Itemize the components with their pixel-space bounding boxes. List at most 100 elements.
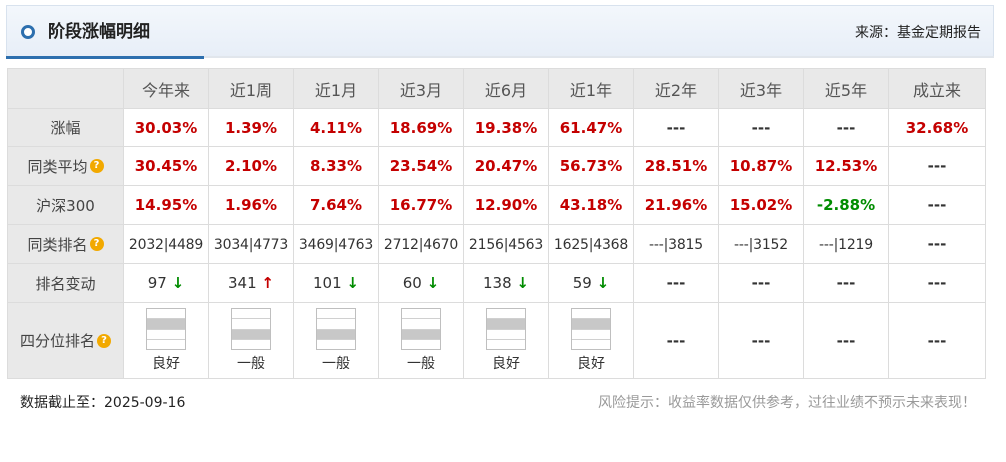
- quartile-bar: [571, 308, 611, 350]
- cell-value: 19.38%: [474, 118, 538, 137]
- cell-value: 12.90%: [474, 196, 538, 214]
- quartile-segment: [317, 329, 355, 340]
- help-icon[interactable]: ?: [97, 333, 111, 348]
- risk-notice: 风险提示：收益率数据仅供参考，过往业绩不预示未来表现！: [598, 395, 976, 411]
- quartile-segment: [572, 340, 610, 349]
- table-corner: [7, 68, 124, 109]
- quartile-segment: [147, 309, 185, 320]
- quartile-segment: [572, 309, 610, 320]
- quartile-label: 一般: [322, 356, 350, 372]
- arrow-down-icon: ↓: [171, 274, 185, 292]
- quartile-indicator: 良好: [465, 308, 548, 373]
- quartile-label: 良好: [152, 356, 180, 372]
- quartile-segment: [487, 319, 525, 330]
- table-cell: ---: [888, 302, 986, 379]
- table-row-peer-rank: 同类排名? 2032|4489 3034|4773 3469|4763 2712|46…: [7, 224, 986, 264]
- quartile-segment: [317, 340, 355, 349]
- quartile-segment: [402, 329, 440, 340]
- quartile-bar: [486, 308, 526, 350]
- column-header: 近1月: [293, 68, 379, 109]
- row-label-quartile: 四分位排名?: [7, 302, 124, 379]
- cell-value: 20.47%: [474, 157, 538, 175]
- cell-value: ---: [751, 331, 771, 350]
- table-cell: 4.11%: [293, 108, 379, 147]
- column-header: 近3年: [718, 68, 804, 109]
- table-cell: ---: [633, 108, 719, 147]
- table-cell: 一般: [378, 302, 464, 379]
- row-label-text: 沪深300: [36, 196, 95, 215]
- table-cell: 良好: [548, 302, 634, 379]
- table-cell: ---: [633, 263, 719, 303]
- quartile-indicator: 良好: [550, 308, 633, 373]
- data-source: 来源：基金定期报告: [855, 25, 981, 41]
- table-cell: 59 ↓: [548, 263, 634, 303]
- quartile-segment: [147, 340, 185, 349]
- cell-value: ---: [666, 118, 686, 137]
- quartile-bar: [401, 308, 441, 350]
- table-cell: ---: [803, 263, 889, 303]
- arrow-down-icon: ↓: [516, 274, 529, 292]
- table-cell: ---: [888, 185, 986, 225]
- quartile-segment: [572, 319, 610, 330]
- help-icon[interactable]: ?: [89, 159, 104, 173]
- row-label-rank-change: 排名变动: [7, 263, 124, 303]
- quartile-segment: [232, 309, 270, 320]
- table-cell: 12.53%: [803, 146, 889, 186]
- cell-value: 30.03%: [134, 118, 198, 137]
- rank-value: ---: [927, 235, 947, 253]
- cell-value: 2.10%: [224, 157, 278, 175]
- quartile-bar: [231, 308, 271, 350]
- cell-value: 18.69%: [389, 118, 453, 137]
- column-header: 今年来: [123, 68, 209, 109]
- table-cell: 良好: [123, 302, 209, 379]
- row-label-text: 四分位排名: [19, 332, 95, 350]
- table-cell: ---: [803, 302, 889, 379]
- cell-value: 4.11%: [309, 118, 363, 137]
- cell-value: 10.87%: [729, 157, 793, 175]
- rank-value: 2156|4563: [468, 237, 544, 253]
- table-cell: 61.47%: [548, 108, 634, 147]
- quartile-indicator: 一般: [295, 308, 378, 373]
- cell-value: 15.02%: [729, 196, 793, 214]
- rank-change-value: 101: [313, 274, 342, 292]
- quartile-segment: [232, 329, 270, 340]
- table-cell: ---: [888, 146, 986, 186]
- table-cell: ---|1219: [803, 224, 889, 264]
- table-cell: 15.02%: [718, 185, 804, 225]
- help-icon[interactable]: ?: [89, 237, 104, 251]
- cell-value: 21.96%: [644, 196, 708, 214]
- table-cell: 30.45%: [123, 146, 209, 186]
- table-cell: 3469|4763: [293, 224, 379, 264]
- rank-change-value: 97: [147, 274, 167, 292]
- table-cell: 20.47%: [463, 146, 549, 186]
- table-cell: 12.90%: [463, 185, 549, 225]
- table-cell: 一般: [208, 302, 294, 379]
- table-cell: 10.87%: [718, 146, 804, 186]
- table-cell: ---: [718, 302, 804, 379]
- table-cell: ---: [633, 302, 719, 379]
- cell-value: ---: [751, 118, 771, 137]
- table-cell: 2032|4489: [123, 224, 209, 264]
- table-cell: 341 ↑: [208, 263, 294, 303]
- rank-value: ---|3815: [649, 237, 703, 253]
- cell-value: 61.47%: [559, 118, 623, 137]
- table-row-gain: 涨幅 30.03% 1.39% 4.11% 18.69% 19.38% 61.47% ---…: [7, 108, 986, 147]
- table-cell: 28.51%: [633, 146, 719, 186]
- column-header: 近2年: [633, 68, 719, 109]
- cell-value: 1.39%: [224, 118, 278, 137]
- column-header: 近1年: [548, 68, 634, 109]
- quartile-label: 良好: [492, 356, 520, 372]
- table-cell: 30.03%: [123, 108, 209, 147]
- table-cell: 8.33%: [293, 146, 379, 186]
- cell-value: ---: [927, 196, 947, 214]
- cell-value: 12.53%: [814, 157, 878, 175]
- rank-value: 2032|4489: [128, 237, 204, 253]
- quartile-segment: [317, 309, 355, 320]
- cell-value: ---: [836, 118, 856, 137]
- table-row-peer-average: 同类平均? 30.45% 2.10% 8.33% 23.54% 20.47% 56.73%…: [7, 146, 986, 186]
- cell-value: 16.77%: [389, 196, 453, 214]
- cell-value: 28.51%: [644, 157, 708, 175]
- rank-change-value: ---: [927, 274, 947, 292]
- cell-value: 56.73%: [559, 157, 623, 175]
- table-cell: 43.18%: [548, 185, 634, 225]
